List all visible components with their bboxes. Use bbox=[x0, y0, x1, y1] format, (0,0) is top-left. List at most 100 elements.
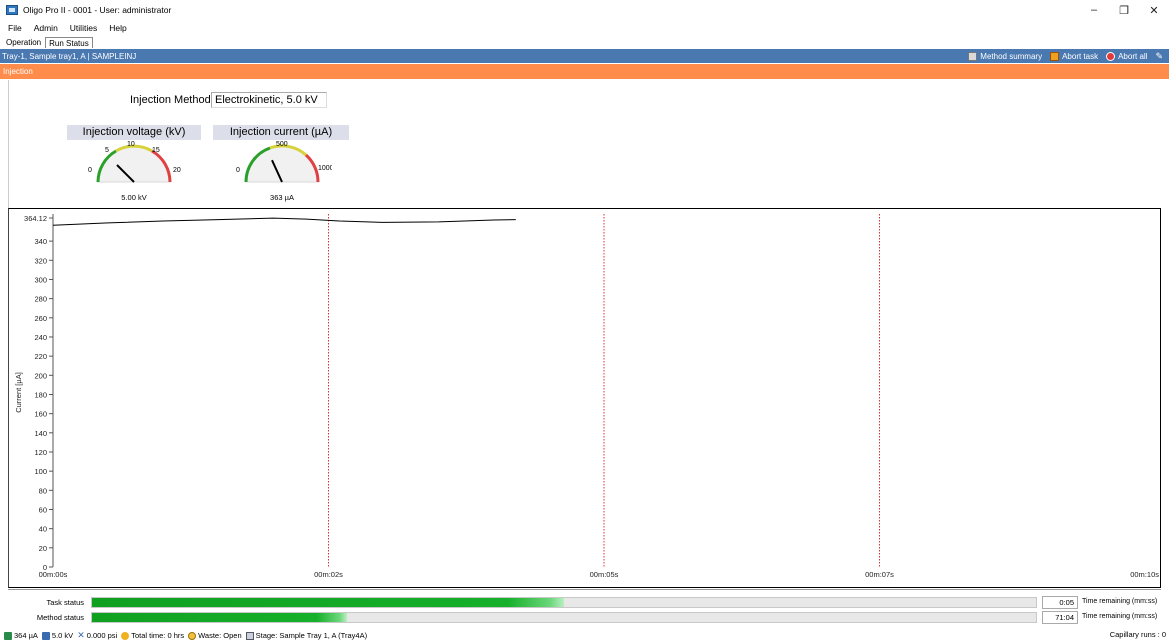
voltage-icon bbox=[41, 631, 50, 640]
task-progress-bar bbox=[91, 597, 1037, 608]
restore-button[interactable]: ❐ bbox=[1109, 0, 1139, 20]
x-tick-label: 00m:07s bbox=[865, 570, 894, 579]
menu-help[interactable]: Help bbox=[104, 23, 131, 33]
method-progress-fill bbox=[92, 613, 347, 622]
method-time-remaining: 71:04 bbox=[1042, 611, 1078, 624]
task-status-label: Task status bbox=[46, 598, 84, 607]
voltage-status-text: 5.0 kV bbox=[51, 631, 74, 640]
y-tick-label: 364.12 bbox=[24, 214, 47, 223]
abort-task-icon bbox=[1050, 51, 1060, 61]
y-tick-label: 40 bbox=[39, 525, 47, 534]
total-time-status: Total time: 0 hrs bbox=[121, 631, 184, 640]
y-tick-label: 120 bbox=[34, 448, 47, 457]
y-tick-label: 260 bbox=[34, 314, 47, 323]
tab-run-status[interactable]: Run Status bbox=[45, 37, 93, 48]
method-summary-label: Method summary bbox=[980, 51, 1043, 61]
voltage-tick-0: 0 bbox=[88, 167, 92, 174]
capillary-runs: Capillary runs : 0 bbox=[1109, 630, 1166, 639]
minimize-button[interactable]: – bbox=[1079, 0, 1109, 20]
waste-status-text: Waste: Open bbox=[198, 631, 242, 640]
voltage-tick-15: 15 bbox=[152, 147, 160, 154]
section-title: Injection bbox=[3, 67, 33, 76]
voltage-readout: 5.00 kV bbox=[121, 193, 147, 202]
window-title: Oligo Pro II - 0001 - User: administrato… bbox=[23, 5, 172, 15]
injection-method-label: Injection Method bbox=[130, 94, 211, 106]
app-icon bbox=[6, 5, 18, 15]
abort-task-button[interactable]: Abort task bbox=[1050, 51, 1099, 61]
stage-status-text: Stage: Sample Tray 1, A (Tray4A) bbox=[255, 631, 368, 640]
method-summary-button[interactable]: Method summary bbox=[968, 51, 1043, 61]
menu-bar: File Admin Utilities Help bbox=[0, 20, 1169, 35]
method-time-unit: Time remaining (mm:ss) bbox=[1082, 613, 1158, 620]
current-gauge-title: Injection current (µA) bbox=[213, 125, 349, 140]
current-tick-1000: 1000 bbox=[318, 165, 332, 172]
voltage-tick-20: 20 bbox=[173, 167, 181, 174]
current-gauge: 0 500 1000 bbox=[236, 141, 332, 183]
y-tick-label: 80 bbox=[39, 486, 47, 495]
method-status-row: Method status 71:04 Time remaining (mm:s… bbox=[8, 611, 1161, 625]
current-status: 364 µA bbox=[4, 631, 38, 640]
y-tick-label: 140 bbox=[34, 429, 47, 438]
y-tick-label: 100 bbox=[34, 467, 47, 476]
status-panel: Task status 0:05 Time remaining (mm:ss) … bbox=[8, 589, 1161, 625]
abort-task-label: Abort task bbox=[1062, 51, 1099, 61]
breadcrumb: Tray-1, Sample tray1, A | SAMPLEINJ bbox=[2, 51, 137, 61]
summary-icon bbox=[968, 51, 978, 61]
menu-file[interactable]: File bbox=[3, 23, 27, 33]
menu-admin[interactable]: Admin bbox=[29, 23, 63, 33]
x-tick-label: 00m:10s bbox=[1130, 570, 1159, 579]
current-icon bbox=[4, 631, 12, 640]
waste-status: Waste: Open bbox=[188, 631, 242, 640]
current-chart-svg: 0204060801001201401601802002202402602803… bbox=[14, 214, 1159, 579]
y-tick-label: 180 bbox=[34, 390, 47, 399]
method-progress-bar bbox=[91, 612, 1037, 623]
voltage-tick-5: 5 bbox=[105, 147, 109, 154]
tab-strip: Operation Run Status bbox=[0, 36, 1169, 48]
stage-icon bbox=[245, 631, 254, 640]
section-header: Injection bbox=[0, 64, 1169, 79]
current-tick-0: 0 bbox=[236, 167, 240, 174]
injection-method-field: Electrokinetic, 5.0 kV bbox=[211, 92, 327, 108]
pressure-status-text: 0.000 psi bbox=[86, 631, 118, 640]
y-tick-label: 240 bbox=[34, 333, 47, 342]
x-tick-label: 00m:00s bbox=[39, 570, 68, 579]
close-button[interactable]: ✕ bbox=[1139, 0, 1169, 20]
task-time-remaining: 0:05 bbox=[1042, 596, 1078, 609]
bottom-status-bar: 364 µA 5.0 kV ✕ 0.000 psi Total time: 0 … bbox=[0, 629, 1169, 642]
current-chart: 0 20 40 60 80 100 120 140 160 180 200 220 240 260 280 3… bbox=[8, 208, 1161, 588]
y-tick-label: 220 bbox=[34, 352, 47, 361]
task-status-row: Task status 0:05 Time remaining (mm:ss) bbox=[8, 596, 1161, 610]
abort-all-label: Abort all bbox=[1118, 51, 1148, 61]
y-tick-label: 300 bbox=[34, 275, 47, 284]
y-tick-label: 60 bbox=[39, 505, 47, 514]
y-tick-label: 280 bbox=[34, 295, 47, 304]
pressure-status: ✕ 0.000 psi bbox=[77, 630, 117, 641]
voltage-tick-10: 10 bbox=[127, 141, 135, 148]
y-axis-label: Current [µA] bbox=[14, 372, 23, 413]
waste-icon bbox=[188, 631, 197, 640]
stage-status: Stage: Sample Tray 1, A (Tray4A) bbox=[245, 631, 368, 640]
pen-icon[interactable]: ✎ bbox=[1155, 51, 1163, 62]
y-tick-label: 20 bbox=[39, 544, 47, 553]
injection-panel: Injection Method Electrokinetic, 5.0 kV … bbox=[8, 80, 1160, 208]
current-series-line bbox=[52, 217, 516, 226]
tab-operation[interactable]: Operation bbox=[3, 37, 44, 48]
title-bar: Oligo Pro II - 0001 - User: administrato… bbox=[0, 0, 1169, 20]
current-tick-500: 500 bbox=[276, 141, 288, 148]
y-tick-label: 160 bbox=[34, 410, 47, 419]
current-status-text: 364 µA bbox=[14, 631, 38, 640]
voltage-status: 5.0 kV bbox=[41, 631, 74, 640]
y-tick-label: 200 bbox=[34, 371, 47, 380]
voltage-gauge: 0 5 10 15 20 bbox=[88, 141, 181, 183]
total-time-text: Total time: 0 hrs bbox=[131, 631, 185, 640]
abort-all-icon bbox=[1106, 51, 1116, 61]
x-tick-label: 00m:02s bbox=[314, 570, 343, 579]
run-header: Tray-1, Sample tray1, A | SAMPLEINJ Meth… bbox=[0, 49, 1169, 63]
task-time-unit: Time remaining (mm:ss) bbox=[1082, 598, 1158, 605]
pressure-icon: ✕ bbox=[77, 630, 85, 640]
abort-all-button[interactable]: Abort all bbox=[1106, 51, 1148, 61]
task-progress-fill bbox=[92, 598, 564, 607]
voltage-gauge-title: Injection voltage (kV) bbox=[67, 125, 201, 140]
menu-utilities[interactable]: Utilities bbox=[65, 23, 102, 33]
y-tick-label: 340 bbox=[34, 237, 47, 246]
